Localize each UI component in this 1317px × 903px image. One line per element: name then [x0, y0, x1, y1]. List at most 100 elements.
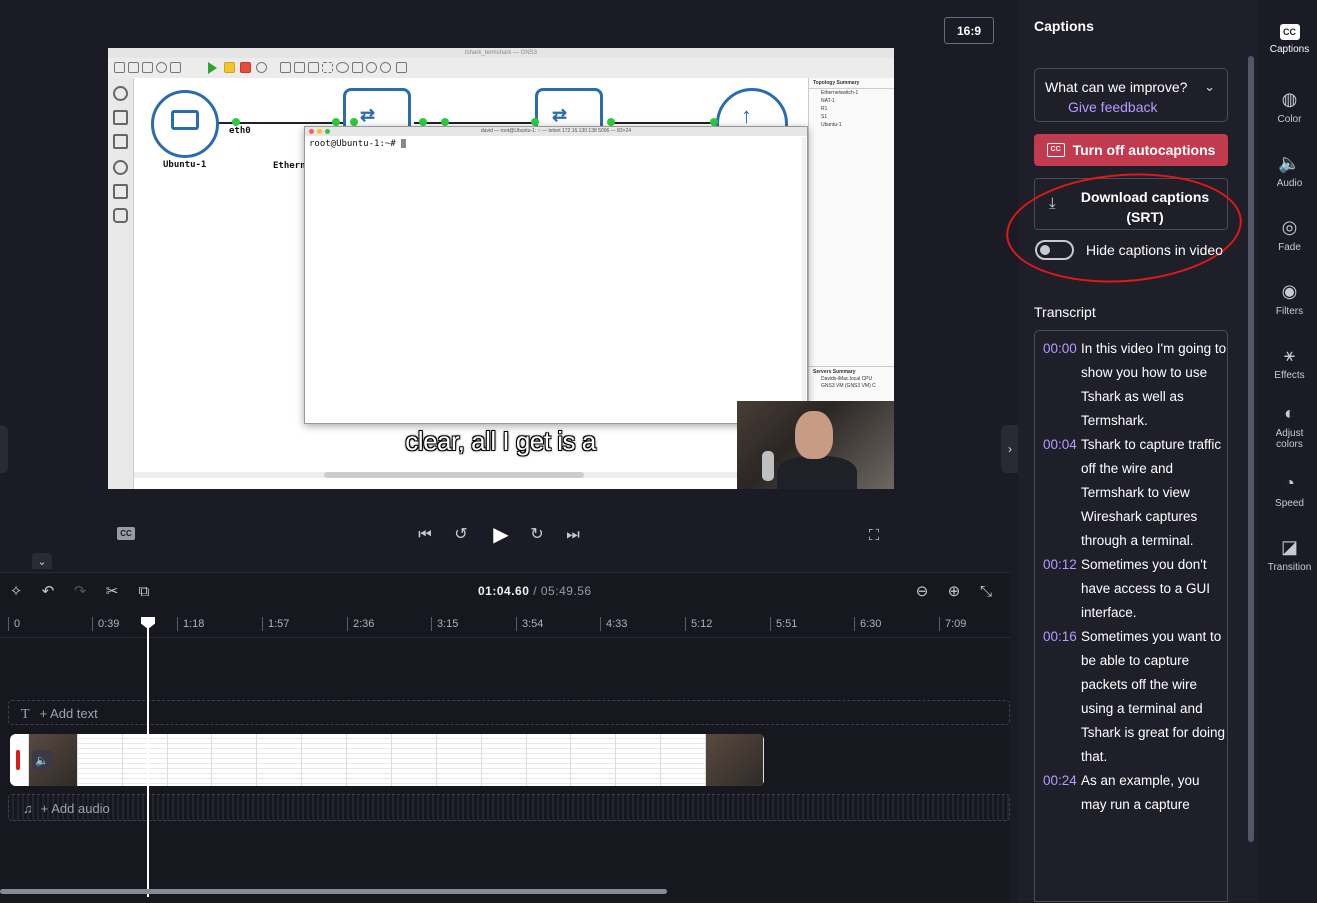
rail-item-captions[interactable]: CC Captions	[1262, 18, 1317, 55]
rail-item-audio[interactable]: 🔈 Audio	[1262, 152, 1317, 189]
rail-label: Color	[1277, 114, 1302, 125]
fit-timeline-icon[interactable]: ⤡	[976, 581, 996, 601]
ruler-tick: 0:39	[92, 617, 119, 631]
topology-item: S1	[821, 114, 828, 120]
segment-text: Sometimes you don't have access to a GUI…	[1081, 557, 1211, 620]
ruler-tick: 5:12	[685, 617, 712, 631]
add-text-label: + Add text	[39, 706, 98, 721]
terminal-icon: >_	[184, 61, 195, 71]
chevron-down-icon: ⌄	[1204, 79, 1215, 94]
captions-toggle-icon[interactable]: CC	[117, 527, 135, 540]
rail-label: Fade	[1278, 242, 1301, 253]
link-status-dot	[332, 118, 340, 126]
ruler-tick: 0	[8, 617, 20, 631]
play-button-icon[interactable]: ▶	[488, 521, 514, 547]
add-text-track[interactable]: T + Add text	[8, 700, 1010, 725]
segment-time[interactable]: 00:00	[1043, 337, 1077, 361]
text-icon: T	[21, 707, 30, 722]
scissors-icon[interactable]: ✂	[102, 581, 122, 601]
segment-time[interactable]: 00:04	[1043, 433, 1077, 457]
rail-item-effects[interactable]: ⚹ Effects	[1262, 344, 1317, 381]
forward-5-icon[interactable]: ↻	[526, 523, 548, 545]
transcript-segment[interactable]: 00:12 Sometimes you don't have access to …	[1035, 553, 1227, 625]
palette-icon: ◍	[1281, 89, 1298, 109]
rail-item-fade[interactable]: ◎ Fade	[1262, 216, 1317, 253]
camera-icon	[396, 62, 407, 73]
zoom-in-icon[interactable]: ⊕	[944, 581, 964, 601]
topology-item: R1	[821, 106, 828, 112]
security-icon	[113, 160, 128, 175]
video-clip[interactable]	[10, 734, 764, 786]
zoom-out-icon[interactable]: ⊖	[912, 581, 932, 601]
clip-volume-icon[interactable]: 🔈	[32, 750, 52, 770]
skip-forward-icon[interactable]: ⏭	[562, 523, 584, 545]
reload-icon	[256, 62, 267, 73]
rail-item-color[interactable]: ◍ Color	[1262, 88, 1317, 125]
rail-item-adjust-colors[interactable]: ◐ Adjust colors	[1262, 402, 1317, 450]
link-status-dot	[710, 118, 718, 126]
feedback-dropdown[interactable]: What can we improve? Give feedback ⌄	[1034, 68, 1228, 122]
redo-icon[interactable]: ↷	[70, 581, 90, 601]
add-audio-track[interactable]: ♫ + Add audio	[8, 794, 1010, 821]
rail-label: Speed	[1275, 498, 1304, 509]
line-icon	[352, 62, 363, 73]
playhead[interactable]	[147, 617, 149, 897]
turn-off-autocaptions-button[interactable]: CC Turn off autocaptions	[1034, 134, 1228, 166]
zoom-out-icon	[380, 62, 391, 73]
add-audio-label: + Add audio	[40, 801, 110, 816]
zoom-in-icon	[366, 62, 377, 73]
expand-panel-handle[interactable]: ›	[1001, 425, 1019, 473]
hide-captions-toggle[interactable]	[1035, 240, 1074, 260]
segment-time[interactable]: 00:16	[1043, 625, 1077, 649]
link-status-dot	[531, 118, 539, 126]
gns3-device-bar	[108, 78, 134, 489]
rail-label: Filters	[1275, 306, 1304, 317]
video-preview[interactable]: tshark_termshark — GNS3 >_ ⇄ ⇄ ↑ eth0 Ub…	[108, 48, 894, 489]
transcript-segment[interactable]: 00:00 In this video I'm going to show you…	[1035, 337, 1227, 433]
folder-open-icon	[128, 62, 139, 73]
monitor-icon	[113, 134, 128, 149]
rail-item-filters[interactable]: ◉ Filters	[1262, 280, 1317, 317]
collapse-left-handle[interactable]	[0, 425, 8, 473]
rewind-5-icon[interactable]: ↺	[450, 523, 472, 545]
switch-icon	[113, 110, 128, 125]
rail-item-transition[interactable]: ◪ Transition	[1262, 536, 1317, 573]
link-status-dot	[350, 118, 358, 126]
segment-time[interactable]: 00:12	[1043, 553, 1077, 577]
captions-off-icon: CC	[1046, 143, 1065, 157]
magic-icon[interactable]: ✧	[6, 581, 26, 601]
save-icon	[142, 62, 153, 73]
segment-time[interactable]: 00:24	[1043, 769, 1077, 793]
ruler-tick: 4:33	[600, 617, 627, 631]
duplicate-icon[interactable]: ⧉	[134, 581, 154, 601]
undo-icon[interactable]: ↶	[38, 581, 58, 601]
clock-icon	[156, 62, 167, 73]
timeline-scrollbar[interactable]	[0, 889, 667, 894]
panel-scrollbar[interactable]	[1248, 56, 1254, 842]
give-feedback-link[interactable]: Give feedback	[1068, 99, 1158, 115]
transcript-segment[interactable]: 00:04 Tshark to capture traffic off the w…	[1035, 433, 1227, 553]
speaker-icon: 🔈	[1278, 153, 1301, 173]
pause-icon	[224, 62, 235, 73]
node-label-ubuntu: Ubuntu-1	[163, 160, 207, 170]
fullscreen-icon[interactable]: ⛶	[863, 524, 885, 546]
timeline: ✧ ↶ ↷ ✂ ⧉ 01:04.60 / 05:49.56 ⊖ ⊕ ⤡ 0 0:…	[0, 572, 1010, 903]
image-icon	[294, 62, 305, 73]
link-status-dot	[607, 118, 615, 126]
current-time: 01:04.60	[478, 584, 530, 598]
rectangle-icon	[308, 62, 319, 73]
segment-text: In this video I'm going to show you how …	[1081, 341, 1227, 428]
transcript-segment[interactable]: 00:16 Sometimes you want to be able to ca…	[1035, 625, 1227, 769]
transcript-segment[interactable]: 00:24 As an example, you may run a captur…	[1035, 769, 1227, 817]
aspect-ratio-button[interactable]: 16:9	[944, 17, 994, 44]
chevron-down-icon[interactable]: ⌄	[32, 553, 52, 569]
ruler-tick: 7:09	[939, 617, 966, 631]
topology-item: Ubuntu-1	[821, 122, 842, 128]
rail-item-speed[interactable]: ◔ Speed	[1262, 472, 1317, 509]
maximize-dot-icon	[325, 129, 330, 134]
skip-back-icon[interactable]: ⏮	[414, 523, 436, 545]
transcript-list[interactable]: 00:00 In this video I'm going to show you…	[1034, 330, 1228, 902]
ruler-tick: 3:15	[431, 617, 458, 631]
grid-icon	[170, 62, 181, 73]
rail-label: Audio	[1276, 178, 1303, 189]
